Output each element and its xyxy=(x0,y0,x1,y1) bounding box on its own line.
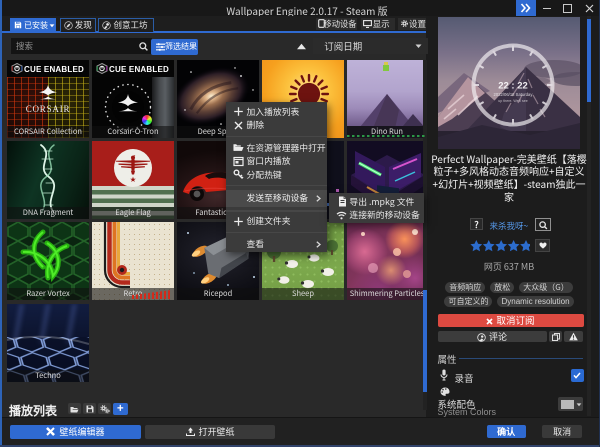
svg-text:2022/06/18 Saturday: 2022/06/18 Saturday xyxy=(494,92,534,97)
svg-text:up there. We'll see: up there. We'll see xyxy=(498,99,528,103)
svg-text:22 : 22: 22 : 22 xyxy=(498,81,528,92)
